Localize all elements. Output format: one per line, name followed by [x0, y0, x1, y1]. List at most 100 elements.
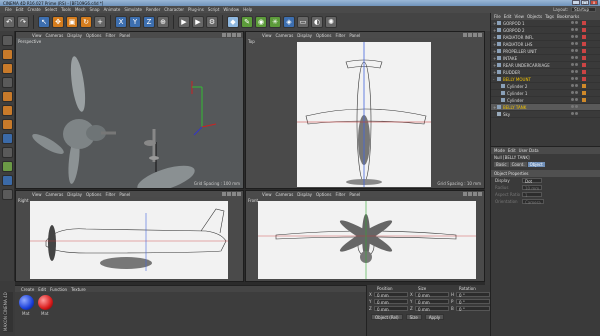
size-z-field[interactable]: 0 mm	[415, 306, 449, 312]
pen-icon[interactable]: ✎	[241, 16, 253, 28]
menu-simulate[interactable]: Simulate	[122, 7, 144, 12]
radius-field[interactable]: 10 mm	[522, 185, 543, 191]
am-menu-mode[interactable]: Mode	[494, 148, 505, 153]
menu-select[interactable]: Select	[43, 7, 59, 12]
menu-create[interactable]: Create	[25, 7, 42, 12]
menu-help[interactable]: Help	[241, 7, 254, 12]
coordinate-mode-select[interactable]: Object (Rel)	[371, 314, 403, 320]
solo-icon[interactable]	[1, 189, 13, 200]
display-select[interactable]: Dot	[522, 178, 542, 184]
am-menu-user-data[interactable]: User Data	[519, 148, 539, 153]
orientation-select[interactable]: Camera	[522, 199, 544, 205]
tweak-mode-icon[interactable]	[1, 147, 13, 158]
position-x-field[interactable]: 0 mm	[374, 292, 408, 298]
object-row[interactable]: Cylinder 2	[491, 83, 600, 90]
mm-menu-create[interactable]: Create	[21, 287, 38, 292]
object-row[interactable]: - BELLY MOUNT	[491, 76, 600, 83]
menu-mesh[interactable]: Mesh	[73, 7, 88, 12]
menu-animate[interactable]: Animate	[102, 7, 123, 12]
tag-icon[interactable]	[582, 21, 586, 25]
menu-snap[interactable]: Snap	[87, 7, 101, 12]
live-selection-icon[interactable]: ↖	[38, 16, 50, 28]
menu-edit[interactable]: Edit	[14, 7, 26, 12]
tag-icon[interactable]	[582, 56, 586, 60]
tag-icon[interactable]	[582, 35, 586, 39]
workplane-lock-icon[interactable]	[1, 175, 13, 186]
x-axis-icon[interactable]: X	[115, 16, 127, 28]
tag-icon[interactable]	[582, 28, 586, 32]
rotation-b-field[interactable]: 0 °	[456, 306, 490, 312]
camera-icon[interactable]: ◐	[311, 16, 323, 28]
menu-script[interactable]: Script	[206, 7, 222, 12]
object-row[interactable]: + GORPOD 2	[491, 27, 600, 34]
menu-window[interactable]: Window	[221, 7, 241, 12]
am-menu-edit[interactable]: Edit	[508, 148, 516, 153]
perspective-viewport[interactable]: View Cameras Display Options Filter Pane…	[15, 31, 244, 189]
size-y-field[interactable]: 0 mm	[415, 299, 449, 305]
menu-tools[interactable]: Tools	[59, 7, 73, 12]
coordinate-system-icon[interactable]: ⊕	[157, 16, 169, 28]
position-y-field[interactable]: 0 mm	[374, 299, 408, 305]
deformer-icon[interactable]: ◈	[283, 16, 295, 28]
menu-render[interactable]: Render	[144, 7, 162, 12]
apply-button[interactable]: Apply	[424, 314, 445, 320]
rotation-p-field[interactable]: 0 °	[456, 299, 490, 305]
object-row[interactable]: + PROPELLER UNIT	[491, 48, 600, 55]
phong-tag-icon[interactable]	[582, 84, 586, 88]
texture-mode-icon[interactable]	[1, 63, 13, 74]
mm-menu-edit[interactable]: Edit	[38, 287, 50, 292]
axis-mode-icon[interactable]	[1, 133, 13, 144]
phong-tag-icon[interactable]	[582, 98, 586, 102]
cube-icon[interactable]: ◆	[227, 16, 239, 28]
menu-plugins[interactable]: Plug-ins	[186, 7, 206, 12]
right-viewport[interactable]: View Cameras Display Options Filter Pane…	[15, 190, 244, 282]
render-settings-icon[interactable]: ⚙	[206, 16, 218, 28]
mm-menu-texture[interactable]: Texture	[71, 287, 90, 292]
menu-character[interactable]: Character	[162, 7, 186, 12]
maximize-button[interactable]: □	[581, 0, 589, 5]
tag-icon[interactable]	[582, 77, 586, 81]
om-menu-file[interactable]: File	[494, 14, 504, 19]
light-icon[interactable]: ✺	[325, 16, 337, 28]
redo-icon[interactable]: ↷	[17, 16, 29, 28]
undo-icon[interactable]: ↶	[3, 16, 15, 28]
tab-coord[interactable]: Coord.	[509, 162, 527, 167]
object-row[interactable]: + REAR UNDERCARRIAGE	[491, 62, 600, 69]
close-button[interactable]: x	[590, 0, 598, 5]
move-icon[interactable]: ✥	[52, 16, 64, 28]
layout-select[interactable]: Startup	[571, 7, 596, 12]
menu-file[interactable]: File	[3, 7, 14, 12]
object-row[interactable]: + RADIATOR INFL	[491, 34, 600, 41]
size-mode-select[interactable]: Size	[405, 314, 422, 320]
position-z-field[interactable]: 0 mm	[374, 306, 408, 312]
workplane-icon[interactable]	[1, 77, 13, 88]
object-row[interactable]: + GORPOD 1	[491, 20, 600, 27]
rotation-h-field[interactable]: 0 °	[456, 292, 490, 298]
object-row[interactable]: Cylinder	[491, 97, 600, 104]
object-row[interactable]: + RUDDER	[491, 69, 600, 76]
scale-icon[interactable]: ▣	[66, 16, 78, 28]
minimize-button[interactable]: _	[572, 0, 580, 5]
object-row[interactable]: Sky	[491, 111, 600, 118]
tag-icon[interactable]	[582, 70, 586, 74]
render-view-icon[interactable]: ▶	[178, 16, 190, 28]
z-axis-icon[interactable]: Z	[143, 16, 155, 28]
object-row[interactable]: + RADIATOR LHS	[491, 41, 600, 48]
edges-mode-icon[interactable]	[1, 105, 13, 116]
make-editable-icon[interactable]	[1, 35, 13, 46]
rotate-icon[interactable]: ↻	[80, 16, 92, 28]
render-picture-viewer-icon[interactable]: ▶	[192, 16, 204, 28]
tab-object[interactable]: Object	[527, 162, 545, 167]
om-menu-edit[interactable]: Edit	[504, 14, 515, 19]
front-viewport[interactable]: View Cameras Display Options Filter Pane…	[245, 190, 485, 282]
material-swatch-blue[interactable]	[19, 295, 34, 310]
polygons-mode-icon[interactable]	[1, 119, 13, 130]
object-row[interactable]: Cylinder 1	[491, 90, 600, 97]
y-axis-icon[interactable]: Y	[129, 16, 141, 28]
tab-basic[interactable]: Basic	[494, 162, 509, 167]
mm-menu-function[interactable]: Function	[50, 287, 71, 292]
floor-icon[interactable]: ▭	[297, 16, 309, 28]
om-menu-bookmarks[interactable]: Bookmarks	[557, 14, 582, 19]
size-x-field[interactable]: 0 mm	[415, 292, 449, 298]
array-icon[interactable]: ✳	[269, 16, 281, 28]
